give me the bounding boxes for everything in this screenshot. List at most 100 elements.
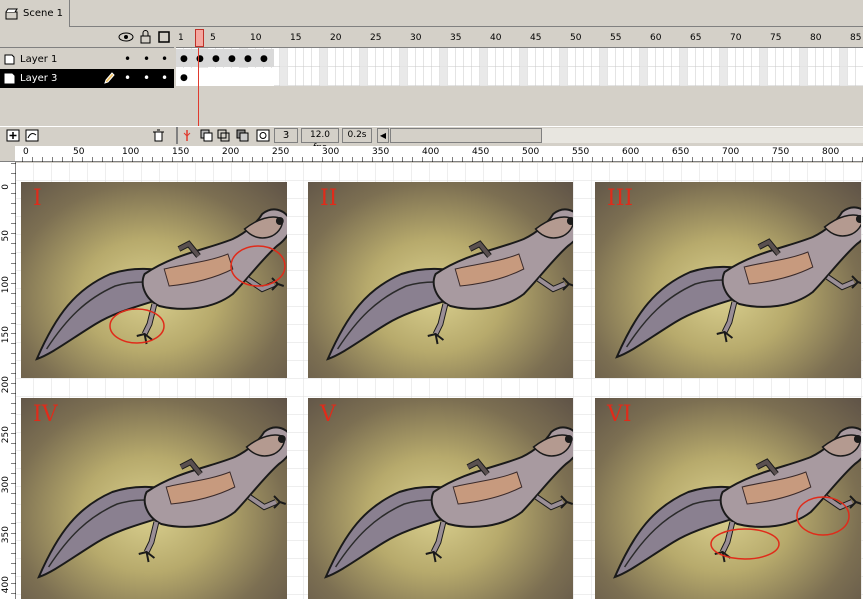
ruler-label: 400	[1, 576, 11, 594]
frame-number: 35	[450, 33, 462, 43]
frame-number: 15	[290, 33, 302, 43]
ruler-label: 50	[1, 230, 11, 242]
ruler-label: 150	[172, 147, 190, 157]
layer-page-icon	[4, 54, 15, 65]
layer3-outline-dot[interactable]: •	[161, 71, 168, 85]
frame-number: 20	[330, 33, 342, 43]
ruler-label: 350	[372, 147, 390, 157]
frame-number: 60	[650, 33, 662, 43]
highlight-circle	[710, 528, 780, 560]
panel-label: VI	[607, 402, 632, 427]
trash-icon[interactable]	[152, 129, 165, 142]
onion-skin-outlines-icon[interactable]	[217, 129, 231, 142]
ruler-label: 0	[23, 147, 29, 157]
ruler-label: 100	[122, 147, 140, 157]
onion-skin-icon[interactable]	[200, 129, 214, 142]
controls-divider	[176, 127, 178, 144]
lizard-illustration	[595, 182, 861, 378]
frame-number: 65	[690, 33, 702, 43]
scroll-left-arrow[interactable]: ◀	[377, 128, 389, 143]
ruler-label: 400	[422, 147, 440, 157]
layer1-eye-dot[interactable]: •	[124, 52, 131, 66]
keyframe[interactable]: ●	[180, 73, 188, 83]
layer-row-3[interactable]: Layer 3 • • •	[0, 69, 174, 88]
lizard-illustration	[308, 182, 573, 378]
frame-number: 55	[610, 33, 622, 43]
panel-label: V	[320, 402, 336, 427]
frame-rate-field[interactable]: 12.0 fps	[301, 128, 339, 153]
ruler-label: 250	[1, 426, 11, 444]
panel-label: III	[607, 186, 634, 211]
scene-tabbar: Scene 1	[0, 0, 863, 27]
current-frame-field: 3	[274, 128, 298, 143]
animation-frame-panel-3[interactable]: III	[595, 182, 861, 378]
animation-frame-panel-2[interactable]: II	[308, 182, 573, 378]
layer3-eye-dot[interactable]: •	[124, 71, 131, 85]
keyframe[interactable]: ●	[244, 54, 252, 64]
layer1-outline-dot[interactable]: •	[161, 52, 168, 66]
pencil-icon	[104, 72, 115, 84]
layer-list-empty	[0, 88, 174, 126]
frame-number: 80	[810, 33, 822, 43]
ruler-label: 450	[472, 147, 490, 157]
ruler-corner	[0, 146, 16, 162]
keyframe[interactable]: ●	[180, 54, 188, 64]
ruler-label: 150	[1, 326, 11, 344]
scene-clapper-icon	[5, 8, 18, 19]
ruler-label: 500	[522, 147, 540, 157]
horizontal-scrollbar-thumb[interactable]	[390, 128, 542, 143]
keyframe[interactable]: ●	[212, 54, 220, 64]
animation-frame-panel-6[interactable]: VI	[595, 398, 861, 599]
modify-onion-markers-icon[interactable]	[256, 129, 270, 142]
playhead-marker[interactable]	[195, 29, 204, 47]
keyframe[interactable]: ●	[228, 54, 236, 64]
add-motion-guide-icon[interactable]	[25, 129, 39, 142]
ruler-label: 250	[272, 147, 290, 157]
horizontal-scrollbar-track[interactable]	[542, 128, 863, 143]
frame-number: 50	[570, 33, 582, 43]
ruler-label: 650	[672, 147, 690, 157]
scene-label: Scene 1	[23, 8, 64, 19]
ruler-label: 300	[1, 476, 11, 494]
ruler-label: 200	[222, 147, 240, 157]
ruler-label: 750	[772, 147, 790, 157]
animation-frame-panel-1[interactable]: I	[21, 182, 287, 378]
frame-number: 10	[250, 33, 262, 43]
frame-number: 70	[730, 33, 742, 43]
frame-number: 75	[770, 33, 782, 43]
panel-label: I	[33, 186, 42, 211]
timeline-controls: 3 12.0 fps 0.2s ◀	[0, 126, 863, 153]
eye-icon[interactable]	[118, 32, 134, 42]
highlight-circle	[109, 308, 165, 344]
elapsed-time-field: 0.2s	[342, 128, 372, 143]
ruler-label: 300	[322, 147, 340, 157]
vertical-ruler: 0 50 100 150 200 250 300 350 400	[0, 162, 16, 599]
layer1-lock-dot[interactable]: •	[143, 52, 150, 66]
ruler-label: 50	[73, 147, 85, 157]
outline-icon[interactable]	[158, 31, 170, 43]
add-layer-icon[interactable]	[6, 129, 20, 142]
center-frame-icon[interactable]	[182, 129, 192, 142]
lizard-illustration	[21, 398, 287, 599]
frame-number: 45	[530, 33, 542, 43]
frame-ruler[interactable]: 1 5 10 15 20 25 30 35 40 45 50 55 60 65 …	[176, 28, 863, 48]
lizard-illustration	[308, 398, 573, 599]
layer3-lock-dot[interactable]: •	[143, 71, 150, 85]
scene-tab[interactable]: Scene 1	[0, 0, 70, 27]
ruler-label: 700	[722, 147, 740, 157]
ruler-label: 0	[1, 184, 11, 190]
edit-multiple-frames-icon[interactable]	[236, 129, 250, 142]
layer-row-1[interactable]: Layer 1 • • •	[0, 50, 174, 69]
animation-frame-panel-4[interactable]: IV	[21, 398, 287, 599]
animation-frame-panel-5[interactable]: V	[308, 398, 573, 599]
keyframe[interactable]: ●	[260, 54, 268, 64]
ruler-label: 600	[622, 147, 640, 157]
frame-number: 30	[410, 33, 422, 43]
frame-number: 85	[850, 33, 862, 43]
layer-page-icon	[4, 73, 15, 84]
lock-icon[interactable]	[140, 30, 152, 44]
layer-header	[0, 28, 174, 48]
ruler-label: 200	[1, 376, 11, 394]
ruler-label: 800	[822, 147, 840, 157]
frame-number: 5	[210, 33, 216, 43]
